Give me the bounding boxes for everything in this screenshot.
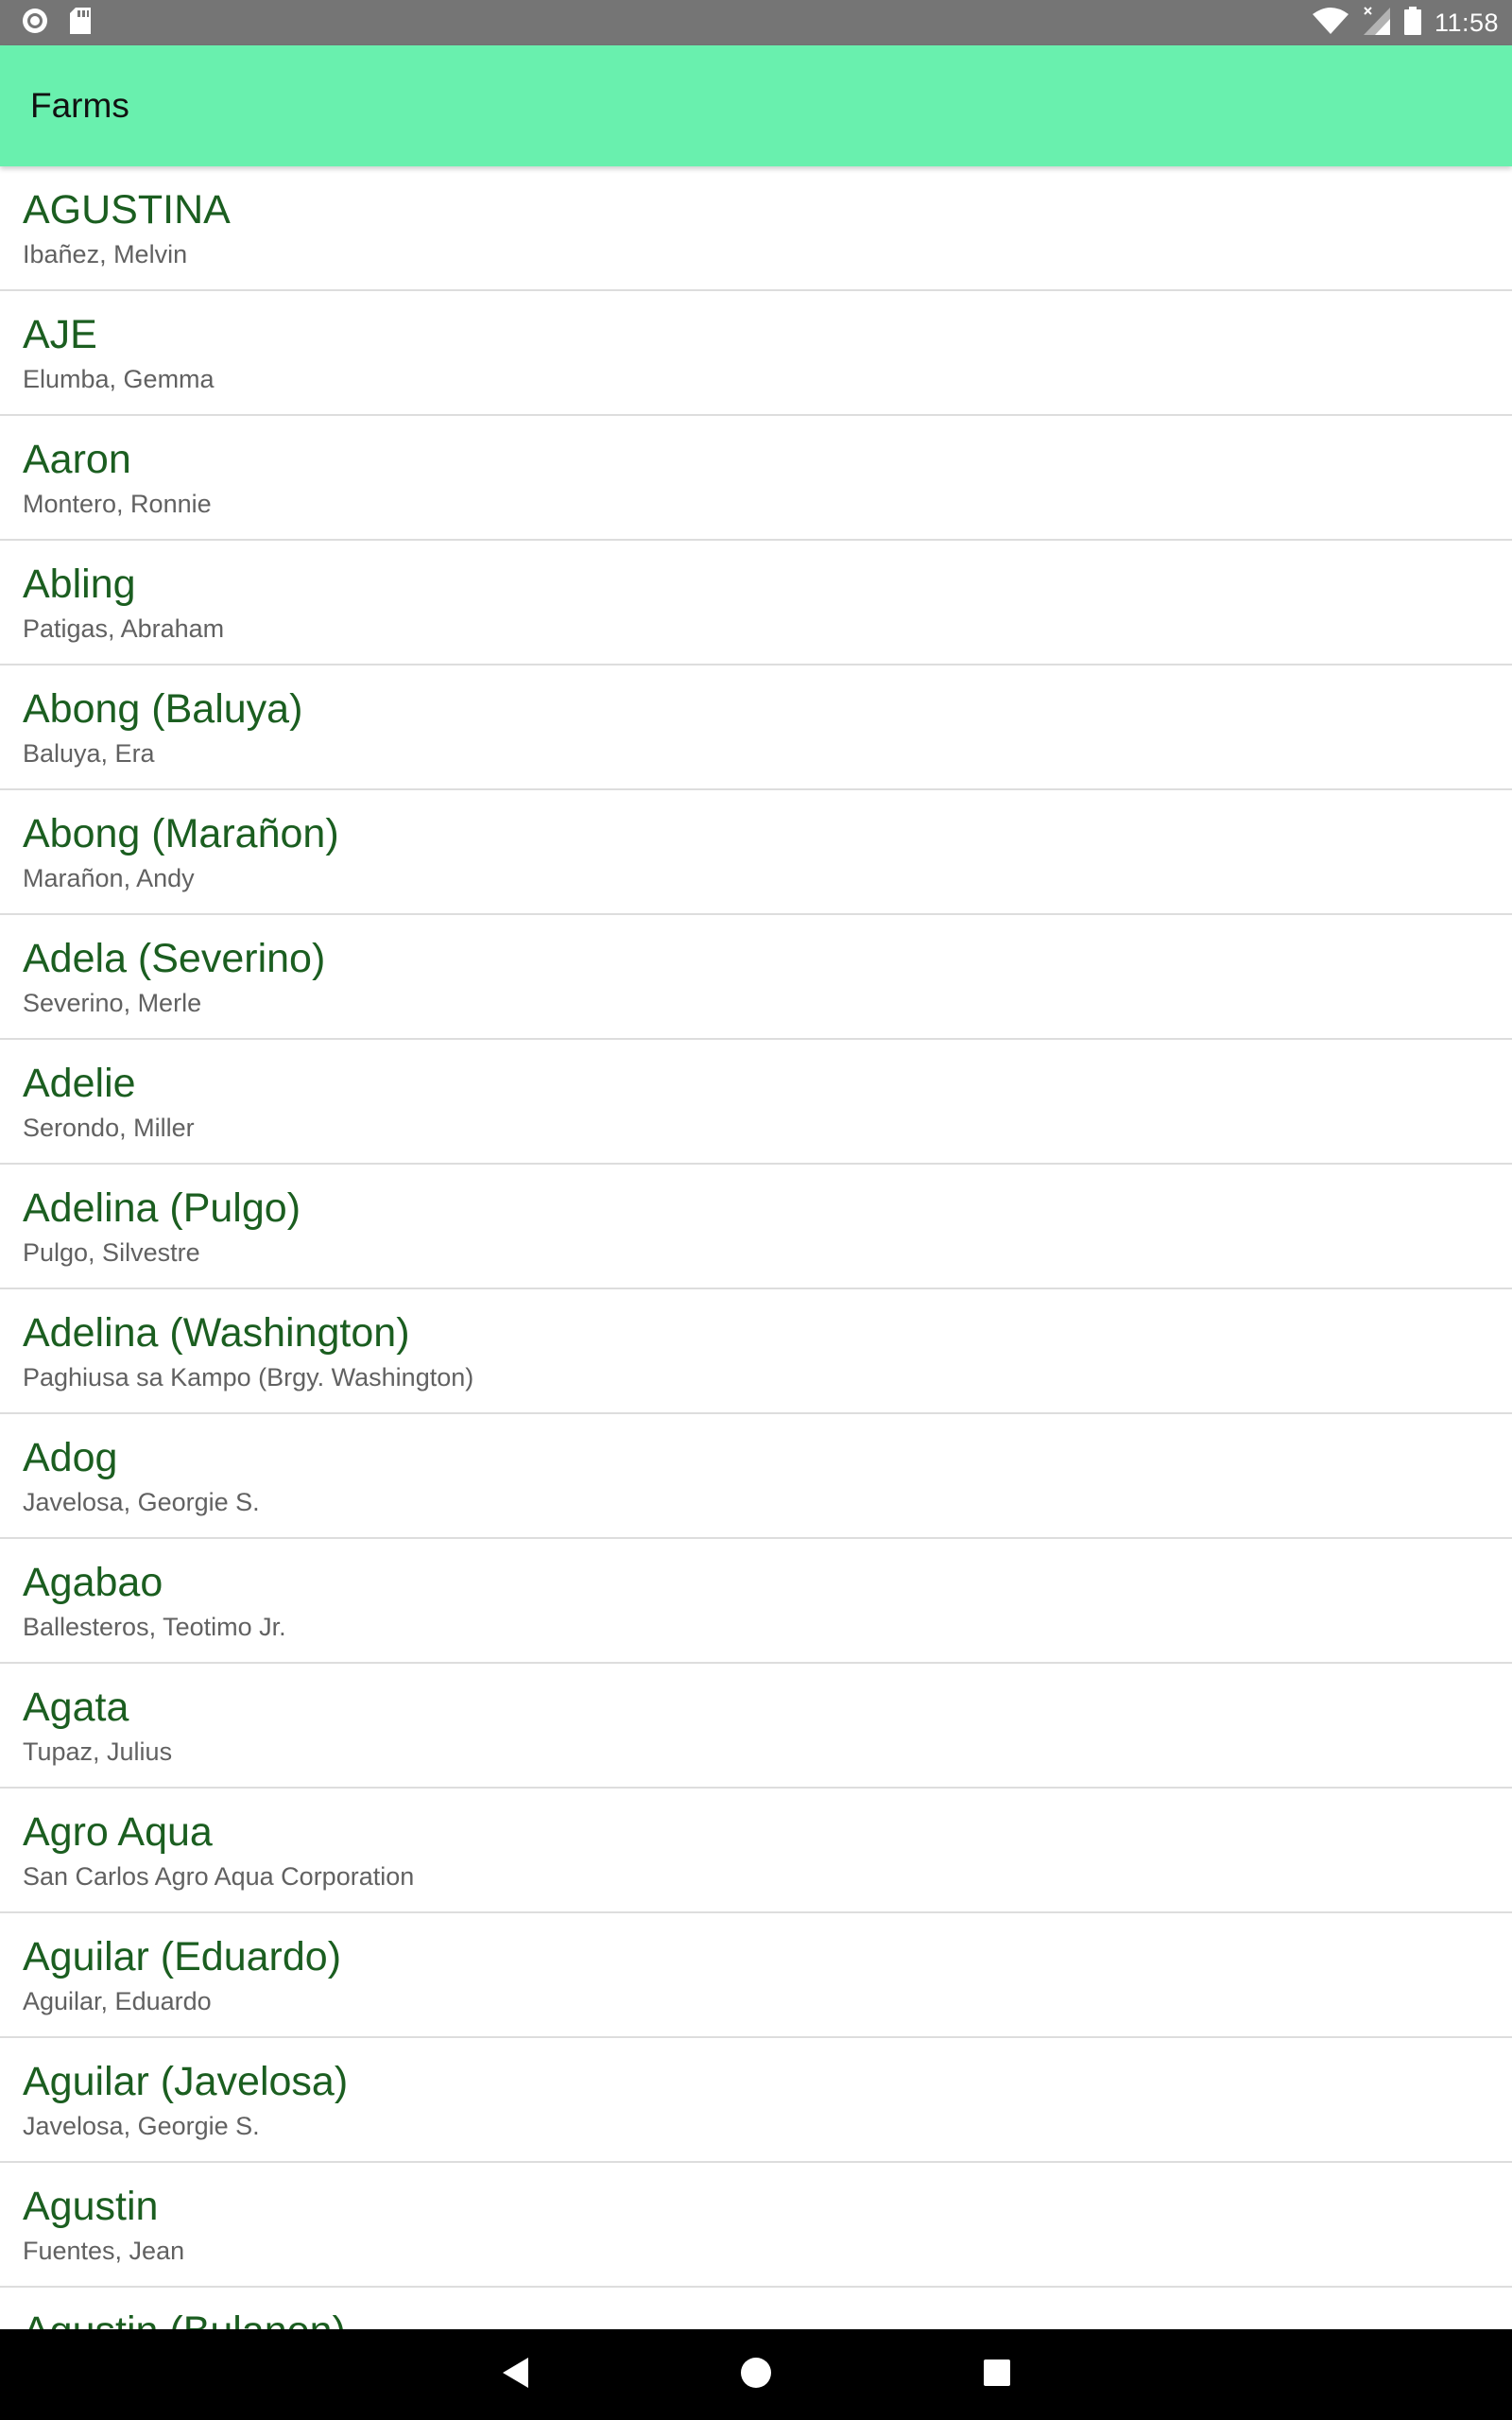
farm-owner: Ballesteros, Teotimo Jr.: [23, 1613, 286, 1641]
farm-owner: Patigas, Abraham: [23, 614, 225, 643]
list-item[interactable]: Abong (Marañon) Marañon, Andy: [0, 790, 1512, 915]
farm-owner: Serondo, Miller: [23, 1114, 195, 1142]
farm-name: Adelina (Washington): [23, 1310, 410, 1356]
list-item[interactable]: Adelie Serondo, Miller: [0, 1040, 1512, 1165]
farm-name: Aaron: [23, 437, 131, 482]
list-item[interactable]: Adela (Severino) Severino, Merle: [0, 915, 1512, 1040]
farm-owner: Javelosa, Georgie S.: [23, 1488, 260, 1516]
farm-owner: Tupaz, Julius: [23, 1737, 173, 1766]
farm-owner: Baluya, Era: [23, 739, 155, 768]
status-time: 11:58: [1434, 8, 1499, 37]
list-item[interactable]: Adog Javelosa, Georgie S.: [0, 1414, 1512, 1539]
circle-notification-icon: [21, 7, 49, 40]
farm-name: Abong (Marañon): [23, 811, 339, 856]
farm-name: AJE: [23, 312, 97, 357]
list-item[interactable]: Agustin Fuentes, Jean: [0, 2163, 1512, 2288]
farm-owner: Elumba, Gemma: [23, 365, 215, 393]
status-right: 11:58: [1312, 0, 1499, 45]
list-item[interactable]: Agabao Ballesteros, Teotimo Jr.: [0, 1539, 1512, 1664]
back-button[interactable]: [471, 2329, 561, 2420]
list-item[interactable]: Adelina (Washington) Paghiusa sa Kampo (B…: [0, 1289, 1512, 1414]
farm-name: Agustin: [23, 2184, 159, 2229]
status-left: [21, 7, 93, 40]
list-item[interactable]: Aguilar (Eduardo) Aguilar, Eduardo: [0, 1913, 1512, 2038]
list-item[interactable]: Adelina (Pulgo) Pulgo, Silvestre: [0, 1165, 1512, 1289]
sd-card-icon: [68, 7, 93, 40]
list-item[interactable]: Aguilar (Javelosa) Javelosa, Georgie S.: [0, 2038, 1512, 2163]
farm-name: Agro Aqua: [23, 1809, 213, 1855]
farm-name: Agabao: [23, 1560, 163, 1605]
list-item[interactable]: Abong (Baluya) Baluya, Era: [0, 666, 1512, 790]
farm-owner: Montero, Ronnie: [23, 490, 212, 518]
app-bar: Farms: [0, 45, 1512, 166]
navigation-bar: [0, 2329, 1512, 2420]
farm-owner: Pulgo, Silvestre: [23, 1238, 200, 1267]
farm-list[interactable]: AGUSTINA Ibañez, Melvin AJE Elumba, Gemma Aa…: [0, 166, 1512, 2329]
farm-name: Agustin (Bulanon): [23, 2307, 346, 2329]
farm-name: Abong (Baluya): [23, 686, 303, 732]
status-bar: 11:58: [0, 0, 1512, 45]
list-item[interactable]: Aaron Montero, Ronnie: [0, 416, 1512, 541]
recents-icon: [982, 2358, 1012, 2393]
farm-name: Adelie: [23, 1061, 136, 1106]
farm-owner: Severino, Merle: [23, 989, 202, 1017]
farm-name: Adelina (Pulgo): [23, 1185, 301, 1231]
list-item[interactable]: AGUSTINA Ibañez, Melvin: [0, 166, 1512, 291]
farm-name: Agata: [23, 1685, 129, 1730]
signal-icon: [1363, 6, 1391, 41]
list-item[interactable]: Abling Patigas, Abraham: [0, 541, 1512, 666]
farm-name: Aguilar (Eduardo): [23, 1934, 342, 1979]
farm-owner: San Carlos Agro Aqua Corporation: [23, 1862, 415, 1891]
farm-name: Aguilar (Javelosa): [23, 2059, 349, 2104]
list-item[interactable]: AJE Elumba, Gemma: [0, 291, 1512, 416]
farm-owner: Marañon, Andy: [23, 864, 195, 892]
wifi-icon: [1312, 7, 1349, 40]
farm-owner: Aguilar, Eduardo: [23, 1987, 212, 2015]
list-item[interactable]: Agata Tupaz, Julius: [0, 1664, 1512, 1789]
list-item[interactable]: Agustin (Bulanon): [0, 2288, 1512, 2329]
list-item[interactable]: Agro Aqua San Carlos Agro Aqua Corporatio…: [0, 1789, 1512, 1913]
farm-owner: Fuentes, Jean: [23, 2237, 185, 2265]
page-title: Farms: [30, 86, 129, 125]
battery-icon: [1403, 6, 1421, 40]
recents-button[interactable]: [952, 2329, 1042, 2420]
farm-name: AGUSTINA: [23, 187, 231, 233]
back-icon: [500, 2356, 532, 2394]
farm-owner: Javelosa, Georgie S.: [23, 2112, 260, 2140]
farm-name: Adela (Severino): [23, 936, 326, 981]
screen: 11:58 Farms AGUSTINA Ibañez, Melvin AJE Elu…: [0, 0, 1512, 2420]
home-button[interactable]: [711, 2329, 801, 2420]
farm-name: Adog: [23, 1435, 118, 1480]
home-icon: [739, 2356, 773, 2394]
farm-owner: Ibañez, Melvin: [23, 240, 188, 268]
farm-owner: Paghiusa sa Kampo (Brgy. Washington): [23, 1363, 474, 1392]
farm-name: Abling: [23, 562, 136, 607]
